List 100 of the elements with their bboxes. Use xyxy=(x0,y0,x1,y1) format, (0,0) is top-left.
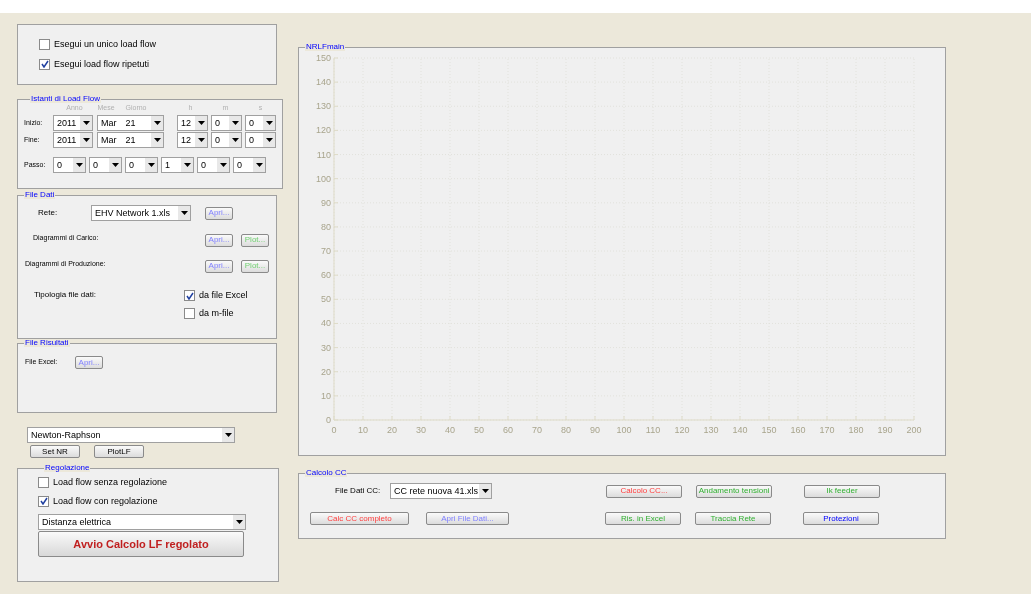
tick-label: 30 xyxy=(321,342,331,353)
checkbox[interactable] xyxy=(38,477,49,489)
dropdown[interactable]: 12 xyxy=(177,132,208,148)
checkbox[interactable] xyxy=(184,307,195,319)
caret-icon xyxy=(219,163,227,167)
caret-icon xyxy=(481,489,489,493)
dropdown[interactable]: 0 xyxy=(245,132,276,148)
tick-label: 70 xyxy=(321,246,331,257)
checkbox-label: da m-file xyxy=(199,306,234,320)
tick-label: 60 xyxy=(503,425,513,435)
checkbox[interactable] xyxy=(38,495,49,507)
checkbox-label: Load flow senza regolazione xyxy=(53,476,168,489)
checkbox[interactable] xyxy=(39,39,50,51)
caret-icon xyxy=(255,163,263,167)
caret-icon xyxy=(231,121,239,125)
tick-label: 190 xyxy=(877,425,893,435)
panel-title: File Dati xyxy=(24,191,56,199)
tick-label: 20 xyxy=(321,366,331,377)
button[interactable]: Set NR xyxy=(30,445,80,458)
dropdown[interactable]: EHV Network 1.xls xyxy=(91,205,191,221)
tick-label: 80 xyxy=(321,221,331,232)
tick-label: 110 xyxy=(316,149,331,160)
caret-icon xyxy=(180,211,188,215)
dropdown[interactable]: 0 xyxy=(211,115,242,131)
caret-icon xyxy=(265,121,273,125)
dropdown[interactable]: 0 xyxy=(125,157,158,173)
tick-label: 10 xyxy=(321,390,331,401)
panel-title: Calcolo CC xyxy=(305,469,348,477)
run-button[interactable]: Avvio Calcolo LF regolato xyxy=(38,531,244,557)
caret-icon xyxy=(111,163,119,167)
dropdown[interactable]: 1 xyxy=(161,157,194,173)
caret-icon xyxy=(265,138,273,142)
caret-icon xyxy=(75,163,83,167)
dropdown[interactable]: Mar 21 xyxy=(97,115,164,131)
tick-label: 80 xyxy=(561,425,571,435)
checkbox-label: da file Excel xyxy=(199,289,248,302)
tick-label: 120 xyxy=(315,125,331,136)
dropdown[interactable]: 0 xyxy=(211,132,242,148)
tick-label: 130 xyxy=(315,101,331,112)
tick-label: 160 xyxy=(790,425,806,435)
tick-label: 0 xyxy=(326,415,331,425)
caret-icon xyxy=(153,121,161,125)
tick-label: 90 xyxy=(321,197,331,208)
tick-label: 110 xyxy=(645,425,661,435)
panel-title: File Risultati xyxy=(24,339,70,347)
caret-icon xyxy=(82,121,90,125)
tick-label: 20 xyxy=(387,425,397,435)
tick-label: 60 xyxy=(321,270,331,281)
tick-label: 150 xyxy=(315,53,331,63)
dropdown[interactable]: 0 xyxy=(233,157,266,173)
dropdown[interactable]: 0 xyxy=(89,157,122,173)
tick-label: 150 xyxy=(761,425,777,435)
tick-label: 180 xyxy=(848,425,864,435)
checkbox[interactable] xyxy=(39,58,50,70)
tick-label: 70 xyxy=(532,425,542,435)
field-label: Rete: xyxy=(38,207,59,219)
tick-label: 200 xyxy=(906,425,922,435)
checkbox-label: Esegui un unico load flow xyxy=(54,38,157,51)
button[interactable]: Protezioni xyxy=(803,512,879,525)
tick-label: 120 xyxy=(674,425,690,435)
dropdown[interactable]: 0 xyxy=(245,115,276,131)
dropdown[interactable]: CC rete nuova 41.xls xyxy=(390,483,492,499)
checkbox[interactable] xyxy=(184,290,195,302)
dropdown[interactable]: 12 xyxy=(177,115,208,131)
checkbox-label: Esegui load flow ripetuti xyxy=(54,57,150,71)
caret-icon xyxy=(231,138,239,142)
caret-icon xyxy=(197,138,205,142)
tick-label: 0 xyxy=(331,425,337,435)
tick-label: 40 xyxy=(321,318,331,329)
tick-label: 40 xyxy=(445,425,455,435)
tick-label: 100 xyxy=(315,173,331,184)
dropdown[interactable]: Newton-Raphson xyxy=(27,427,235,443)
caret-icon xyxy=(153,138,161,142)
dropdown[interactable]: 0 xyxy=(197,157,230,173)
field-label: Tipologia file dati: xyxy=(34,289,97,301)
dropdown[interactable]: 2011 xyxy=(53,115,93,131)
tick-label: 50 xyxy=(474,425,484,435)
tick-label: 140 xyxy=(315,77,331,88)
tick-label: 130 xyxy=(703,425,719,435)
tick-label: 100 xyxy=(616,425,632,435)
caret-icon xyxy=(147,163,155,167)
caret-icon xyxy=(235,520,243,524)
dropdown[interactable]: 0 xyxy=(53,157,86,173)
dropdown[interactable]: Mar 21 xyxy=(97,132,164,148)
caret-icon xyxy=(183,163,191,167)
tick-label: 90 xyxy=(590,425,600,435)
button[interactable]: PlotLF xyxy=(94,445,144,458)
panel-title: Regolazione xyxy=(44,464,91,472)
dropdown[interactable]: Distanza elettrica xyxy=(38,514,246,530)
dropdown[interactable]: 2011 xyxy=(53,132,93,148)
caret-icon xyxy=(197,121,205,125)
caret-icon xyxy=(82,138,90,142)
tick-label: 30 xyxy=(416,425,426,435)
checkbox-label: Load flow con regolazione xyxy=(53,494,158,508)
tick-label: 170 xyxy=(819,425,835,435)
panel-title: NRLFmain xyxy=(305,43,346,51)
tick-label: 50 xyxy=(321,294,331,305)
panel-title: Istanti di Load Flow xyxy=(30,95,101,103)
tick-label: 140 xyxy=(732,425,748,435)
field-label: File Dati CC: xyxy=(335,485,382,497)
